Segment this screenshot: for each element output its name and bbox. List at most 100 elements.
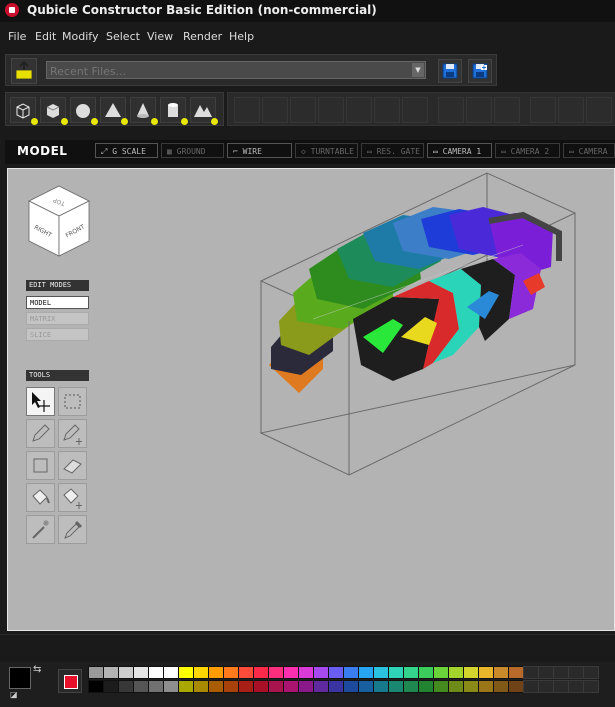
empty-palette-swatch[interactable] [523,666,539,679]
palette-swatch[interactable] [193,680,209,693]
empty-palette-swatch[interactable] [538,680,554,693]
palette-swatch[interactable] [343,680,359,693]
fill-tool[interactable] [26,483,55,512]
camera-2-button[interactable]: ▭ CAMERA 2 [495,143,560,158]
add-cylinder-button[interactable] [160,97,188,125]
palette-swatch[interactable] [223,680,239,693]
palette-swatch[interactable] [178,680,194,693]
palette-swatch[interactable] [148,666,164,679]
add-pyramid-button[interactable] [100,97,128,125]
palette-swatch[interactable] [403,666,419,679]
smooth-tool-button[interactable] [402,97,428,123]
palette-swatch[interactable] [358,680,374,693]
camera-3-button[interactable]: ▭ CAMERA [563,143,615,158]
model-mode-tab[interactable]: MODEL [17,144,67,158]
palette-swatch[interactable] [253,680,269,693]
palette-swatch[interactable] [253,666,269,679]
menu-help[interactable]: Help [229,30,254,43]
color-picker-tool[interactable] [58,515,87,544]
palette-swatch[interactable] [178,666,194,679]
shift-right-button[interactable] [438,97,464,123]
active-color-button[interactable] [58,669,82,693]
palette-swatch[interactable] [238,666,254,679]
shift-down-button[interactable] [494,97,520,123]
palette-swatch[interactable] [448,680,464,693]
palette-swatch[interactable] [163,680,179,693]
camera-1-button[interactable]: ▭ CAMERA 1 [427,143,492,158]
palette-swatch[interactable] [328,666,344,679]
edit-mode-slice[interactable]: SLICE [26,328,89,341]
add-box-button[interactable] [40,97,68,125]
palette-swatch[interactable] [418,680,434,693]
menu-render[interactable]: Render [183,30,222,43]
palette-swatch[interactable] [118,666,134,679]
palette-swatch[interactable] [268,666,284,679]
fill-add-tool[interactable] [58,483,87,512]
menu-select[interactable]: Select [106,30,140,43]
3d-viewport[interactable]: TOP RIGHT FRONT EDIT MODES MODEL MATRIX … [7,168,615,631]
palette-swatch[interactable] [103,666,119,679]
palette-swatch[interactable] [433,666,449,679]
recent-files-input[interactable] [47,62,412,80]
palette-swatch[interactable] [463,680,479,693]
palette-swatch[interactable] [118,680,134,693]
matrix-button[interactable] [530,97,556,123]
magic-wand-tool[interactable] [26,515,55,544]
palette-swatch[interactable] [388,666,404,679]
palette-swatch[interactable] [238,680,254,693]
ground-button[interactable]: ▦ GROUND [161,143,224,158]
palette-swatch[interactable] [298,680,314,693]
menu-edit[interactable]: Edit [35,30,56,43]
empty-palette-swatch[interactable] [583,666,599,679]
primary-color-swatch[interactable] [9,667,31,689]
palette-swatch[interactable] [133,680,149,693]
fill-tool-button[interactable] [346,97,372,123]
box-tool[interactable] [26,451,55,480]
palette-swatch[interactable] [313,666,329,679]
palette-swatch[interactable] [508,680,524,693]
palette-swatch[interactable] [88,666,104,679]
palette-swatch[interactable] [133,666,149,679]
palette-swatch[interactable] [193,666,209,679]
add-terrain-button[interactable] [190,97,218,125]
palette-swatch[interactable] [223,666,239,679]
empty-palette-swatch[interactable] [583,680,599,693]
palette-swatch[interactable] [268,680,284,693]
palette-swatch[interactable] [448,666,464,679]
rotate-tool-button[interactable] [234,97,260,123]
palette-swatch[interactable] [493,680,509,693]
add-cone-button[interactable] [130,97,158,125]
empty-palette-swatch[interactable] [523,680,539,693]
empty-palette-swatch[interactable] [538,666,554,679]
turntable-button[interactable]: ◇ TURNTABLE [295,143,358,158]
palette-swatch[interactable] [463,666,479,679]
palette-swatch[interactable] [373,666,389,679]
voxel-model-render[interactable] [253,169,613,489]
empty-palette-swatch[interactable] [568,666,584,679]
select-move-tool[interactable] [26,387,55,416]
swap-colors-icon[interactable]: ⇆ [33,664,41,675]
palette-swatch[interactable] [208,680,224,693]
palette-swatch[interactable] [478,680,494,693]
palette-swatch[interactable] [478,666,494,679]
edit-mode-model[interactable]: MODEL [26,296,89,309]
reset-colors-icon[interactable]: ◪ [10,690,18,699]
palette-swatch[interactable] [433,680,449,693]
save-button[interactable] [438,59,462,83]
empty-palette-swatch[interactable] [553,680,569,693]
palette-swatch[interactable] [373,680,389,693]
add-sphere-button[interactable] [70,97,98,125]
palette-swatch[interactable] [148,680,164,693]
open-file-button[interactable] [11,58,37,84]
palette-swatch[interactable] [403,680,419,693]
matrix-add-button[interactable] [558,97,584,123]
palette-swatch[interactable] [298,666,314,679]
palette-swatch[interactable] [343,666,359,679]
scale-tool-button[interactable] [290,97,316,123]
palette-swatch[interactable] [313,680,329,693]
menu-file[interactable]: File [8,30,26,43]
pencil-add-tool[interactable] [58,419,87,448]
menu-modify[interactable]: Modify [62,30,98,43]
palette-swatch[interactable] [88,680,104,693]
empty-palette-swatch[interactable] [568,680,584,693]
